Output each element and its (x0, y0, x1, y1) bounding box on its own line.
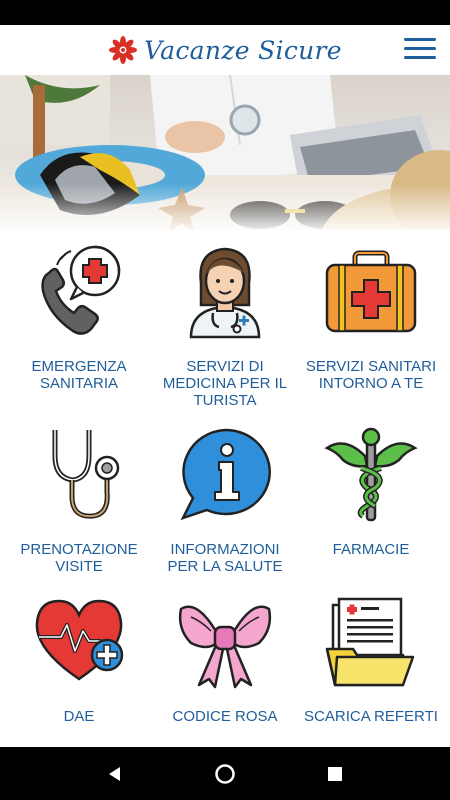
tile-emergenza-sanitaria[interactable]: EMERGENZA SANITARIA (4, 230, 154, 400)
caduceus-icon (324, 427, 418, 522)
app-header: Vacanze Sicure (0, 25, 450, 75)
tile-dae[interactable]: DAE (4, 580, 154, 750)
tile-label: INFORMAZIONI PER LA SALUTE (167, 541, 283, 575)
tile-servizi-medicina-turista[interactable]: SERVIZI DI MEDICINA PER IL TURISTA (150, 230, 300, 409)
tile-prenotazione-visite[interactable]: PRENOTAZIONE VISITE (4, 413, 154, 583)
tile-label: CODICE ROSA (172, 708, 278, 725)
hero-image (0, 75, 450, 230)
tile-label: PRENOTAZIONE VISITE (20, 541, 138, 575)
tile-label: FARMACIE (332, 541, 410, 558)
app-title: Vacanze Sicure (144, 35, 342, 65)
flower-icon (109, 36, 138, 64)
tile-scarica-referti[interactable]: SCARICA REFERTI (296, 580, 446, 750)
hamburger-menu-icon[interactable] (404, 38, 436, 62)
services-grid: EMERGENZA SANITARIA SERVIZI DI MEDICINA … (0, 230, 450, 747)
system-navigation-bar (0, 747, 450, 800)
info-speech-bubble-icon (180, 428, 271, 521)
app-logo: Vacanze Sicure (108, 35, 342, 65)
medical-report-folder-icon (325, 597, 415, 687)
tile-servizi-sanitari-intorno[interactable]: SERVIZI SANITARI INTORNO A TE (296, 230, 446, 400)
tile-codice-rosa[interactable]: CODICE ROSA (150, 580, 300, 750)
recents-square-icon[interactable] (315, 754, 355, 794)
stethoscope-icon (52, 430, 120, 519)
phone-medical-cross-icon (41, 245, 121, 335)
tile-informazioni-salute[interactable]: INFORMAZIONI PER LA SALUTE (150, 413, 300, 583)
tile-farmacie[interactable]: FARMACIE (296, 413, 446, 583)
first-aid-kit-icon (325, 250, 417, 333)
home-circle-icon[interactable] (205, 754, 245, 794)
back-triangle-icon[interactable] (95, 754, 135, 794)
tile-label: SCARICA REFERTI (304, 708, 438, 725)
status-bar (0, 0, 450, 25)
tile-label: EMERGENZA SANITARIA (31, 358, 127, 392)
pink-bow-icon (178, 605, 272, 689)
heart-defibrillator-icon (35, 599, 124, 681)
tile-label: SERVIZI DI MEDICINA PER IL TURISTA (162, 358, 288, 409)
female-doctor-icon (189, 247, 261, 339)
tile-label: DAE (63, 708, 95, 725)
tile-label: SERVIZI SANITARI INTORNO A TE (305, 358, 437, 392)
